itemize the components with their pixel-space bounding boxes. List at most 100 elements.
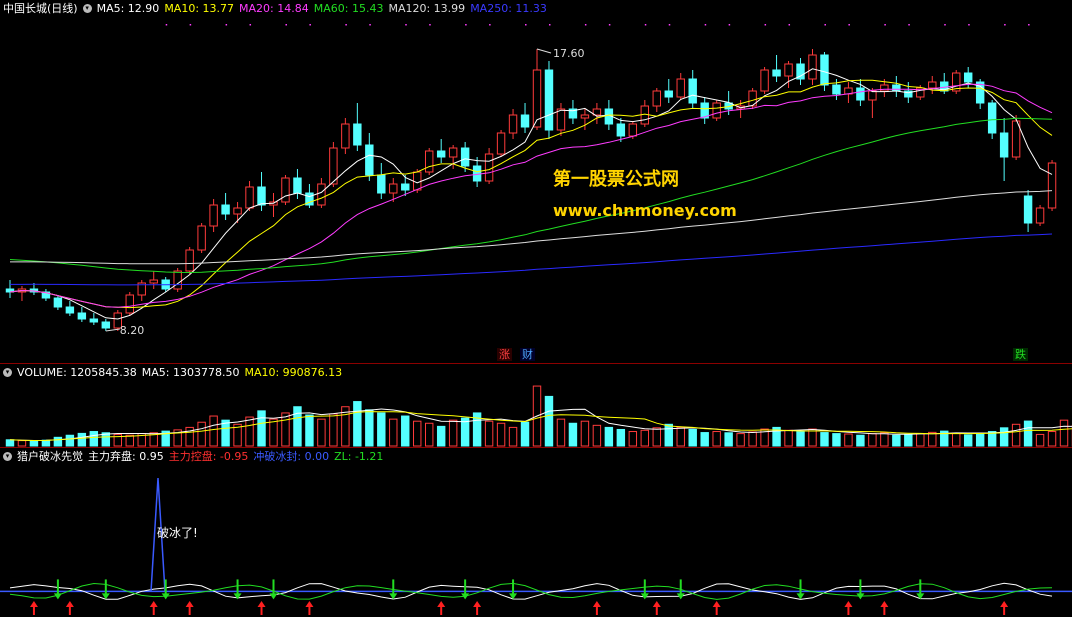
volume-bar [317,418,326,447]
candle-body [209,204,218,227]
volume-bar [209,415,218,447]
volume-bar [640,429,650,447]
candle [377,163,386,199]
candle [556,103,566,136]
settings-icon[interactable]: ▾ [3,367,12,377]
arrow-up-icon [65,601,74,615]
candle [676,73,685,100]
volume-bar [880,432,889,447]
arrow-up-icon [29,601,38,615]
candle [664,79,673,103]
arrow-head [233,593,242,600]
candle-body [413,171,422,191]
signal-dot [608,24,611,26]
candle [952,70,961,94]
volume-bar [53,436,63,447]
candle-body [448,147,458,158]
candle [700,97,709,124]
event-marker-finance[interactable]: 财 [520,348,535,361]
ma20-label: MA20: 14.84 [239,1,309,15]
volume-bar [975,433,985,447]
arrow-up-icon [844,601,853,615]
volume-bar [580,420,590,447]
volume-bar [616,428,626,447]
volume-panel: ▾ VOLUME: 1205845.38 MA5: 1303778.50 MA1… [0,364,1072,448]
signal-dot [489,24,491,26]
signal-dot [1004,24,1006,26]
candle [221,193,230,220]
candle [77,307,87,322]
candle-body [353,123,362,146]
price-panel: 中国长城(日线) ▾ MA5: 12.90 MA10: 13.77 MA20: … [0,0,1072,365]
volume-bar [77,432,87,447]
volume-chart[interactable] [0,380,1072,448]
candle [928,76,937,94]
candle-body [616,123,626,137]
watermark-title: 第一股票公式网 [553,169,679,190]
volume-bar [628,431,638,447]
volume-bar [676,426,685,447]
volume-bar [29,440,39,447]
event-marker-down[interactable]: 跌 [1013,348,1028,361]
signal-dot [848,24,850,26]
signal-dot [249,24,252,26]
candle-body [880,84,889,92]
signal-dot [584,24,587,26]
volume-bar [724,432,733,447]
signal-dot [1028,24,1030,26]
signal-dot [465,24,467,26]
candle [580,109,590,130]
candle-body [424,150,434,173]
arrow-down-icon [101,579,110,600]
arrow-up-icon [1000,601,1009,615]
candle-body [257,186,266,206]
volume-bar [257,410,266,447]
price-chart[interactable]: 17.60 8.20 [0,16,1072,365]
candle-body [544,69,554,131]
candle-body [65,306,75,314]
candle-body [221,204,230,215]
settings-icon[interactable]: ▾ [3,451,12,461]
indicator-annotation: 破冰了! [157,526,198,540]
indicator-title: 猎户破冰先觉 [17,450,83,463]
arrow-up-icon [592,601,601,615]
arrow-head [844,601,853,607]
candle-body [628,123,638,137]
signal-dot [189,24,192,26]
volume-bar [329,413,338,447]
arrow-up-icon [473,601,482,615]
volume-bar [928,431,937,447]
candle-body [460,147,470,167]
zlqp-label: 主力弃盘: 0.95 [88,450,164,463]
settings-icon[interactable]: ▾ [82,3,92,13]
arrow-up-icon [185,601,194,615]
candle-body [233,207,242,215]
signal-dot [309,24,311,26]
volume-bar [748,431,757,447]
volume-bar [436,425,446,447]
volume-bar [999,427,1009,447]
candle [1047,160,1057,211]
candle-body [436,150,446,158]
signal-dot [429,24,431,26]
candle-body [868,90,877,101]
candle [89,313,99,325]
ma60-line [9,117,1053,274]
candle [101,319,111,331]
candle [209,199,218,232]
arrow-head [437,601,446,607]
volume-bar [868,433,877,447]
volume-bar [856,434,865,447]
ma10-label: MA10: 13.77 [164,1,235,15]
arrow-down-icon [509,579,518,600]
volume-bar [700,432,709,447]
volume-bar [892,434,901,447]
candle [496,130,506,157]
arrow-head [305,601,314,607]
event-marker-up[interactable]: 涨 [497,348,512,361]
arrow-down-icon [916,579,925,600]
volume-bar [1047,431,1057,447]
volume-bar [41,439,51,447]
candle [892,76,901,97]
volume-bar [305,414,314,447]
